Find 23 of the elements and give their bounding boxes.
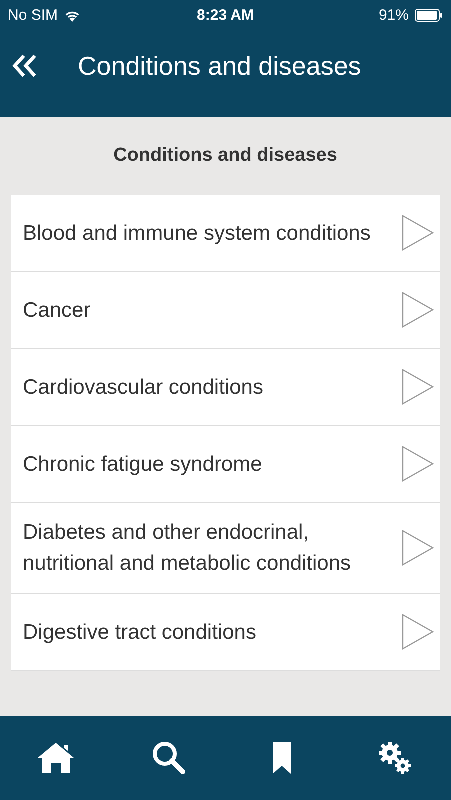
list-item[interactable]: Cancer (11, 272, 440, 349)
list-item[interactable]: Blood and immune system conditions (11, 195, 440, 272)
bookmark-icon[interactable] (272, 741, 292, 775)
triangle-icon (402, 614, 434, 650)
triangle-icon (402, 369, 434, 405)
home-icon[interactable] (37, 742, 76, 774)
list-item[interactable]: Cardiovascular conditions (11, 349, 440, 426)
page-title: Conditions and diseases (78, 50, 362, 82)
settings-icon[interactable] (376, 740, 413, 776)
triangle-icon (402, 292, 434, 328)
battery-icon (415, 8, 443, 22)
section-title: Conditions and diseases (112, 144, 338, 168)
triangle-icon (402, 446, 434, 482)
triangle-icon (402, 530, 434, 566)
carrier-text: No SIM (8, 6, 58, 24)
time-text: 8:23 AM (197, 6, 254, 24)
search-icon[interactable] (152, 741, 186, 775)
triangle-icon (402, 215, 434, 251)
list-item[interactable]: Diabetes and other endocrinal, nutritional and metabolic conditions (11, 503, 440, 594)
list-item[interactable]: Chronic fatigue syndrome (11, 426, 440, 503)
battery-text: 91% (378, 6, 409, 24)
back-icon[interactable] (12, 54, 38, 78)
list-item[interactable]: Digestive tract conditions (11, 594, 440, 671)
